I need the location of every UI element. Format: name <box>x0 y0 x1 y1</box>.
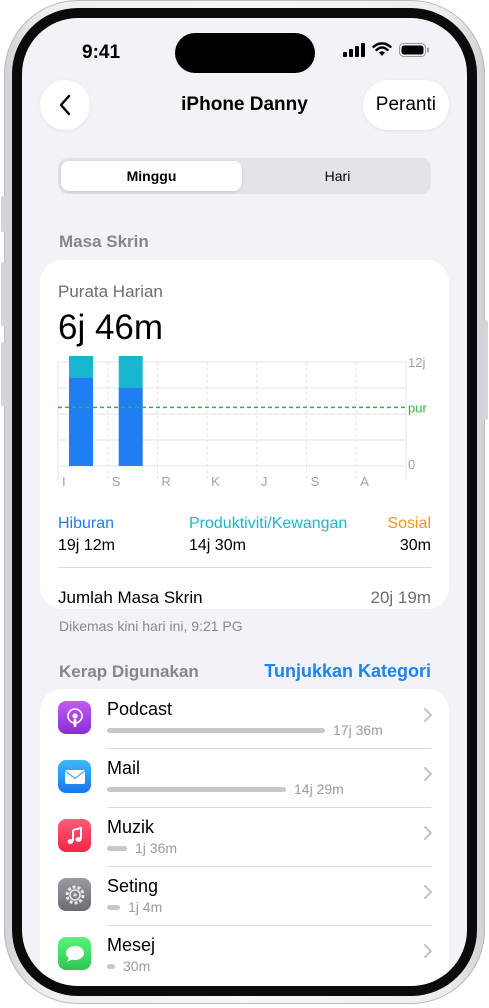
settings-icon <box>58 878 91 911</box>
app-row-music[interactable]: Muzik 1j 36m <box>40 807 449 866</box>
chevron-right-icon <box>424 767 432 781</box>
app-name: Seting <box>107 876 159 896</box>
app-row-podcast[interactable]: Podcast 17j 36m <box>40 689 449 748</box>
category-productivity-label: Produktiviti/Kewangan <box>189 515 348 532</box>
y-tick-zero: 0 <box>408 457 415 472</box>
x-tick-label: I <box>62 474 66 489</box>
screen-time-card: Purata Harian 6j 46m 12j pur 0 I S R K J S A H… <box>40 260 449 609</box>
wifi-icon <box>372 42 392 56</box>
messages-icon <box>58 937 91 970</box>
app-row-mail[interactable]: Mail 14j 29m <box>40 748 449 807</box>
screen-time-section-header: Masa Skrin <box>59 232 149 251</box>
category-entertainment-label: Hiburan <box>58 515 115 532</box>
app-usage-bar <box>107 846 127 851</box>
app-time: 14j 29m <box>294 781 344 797</box>
action-button <box>1 196 6 232</box>
mail-icon <box>58 760 91 793</box>
chevron-right-icon <box>424 708 432 722</box>
y-tick-average: pur <box>408 400 427 415</box>
status-time: 9:41 <box>82 42 121 63</box>
music-icon <box>58 819 91 852</box>
chevron-right-icon <box>424 826 432 840</box>
x-tick-label: J <box>261 474 268 489</box>
app-time: 1j 36m <box>135 840 178 856</box>
screen: 9:41 iPhone Danny Peranti Minggu Hari Ma… <box>22 18 467 986</box>
app-usage-bar <box>107 787 286 792</box>
app-name: Podcast <box>107 699 173 719</box>
app-name: Mesej <box>107 935 156 955</box>
cellular-signal-icon <box>343 42 365 57</box>
category-entertainment-time: 19j 12m <box>58 537 115 554</box>
bar-produktiviti-kewangan-1 <box>118 356 143 388</box>
status-icons <box>343 42 429 57</box>
app-time: 1j 4m <box>128 899 163 915</box>
podcast-icon <box>58 701 91 734</box>
app-row-messages[interactable]: Mesej 30m <box>40 925 449 984</box>
category-productivity-time: 14j 30m <box>189 537 246 554</box>
most-used-list: Podcast 17j 36m Mail 14j 29m Muzik 1j 36… <box>40 689 449 986</box>
daily-average-label: Purata Harian <box>58 282 163 301</box>
most-used-section-header: Kerap Digunakan <box>59 662 199 681</box>
app-usage-bar <box>107 728 325 733</box>
divider <box>58 567 431 568</box>
chevron-right-icon <box>424 885 432 899</box>
app-time: 17j 36m <box>333 722 383 738</box>
daily-average-value: 6j 46m <box>58 308 164 347</box>
app-name: Muzik <box>107 817 155 837</box>
weekly-usage-chart: 12j pur 0 I S R K J S A <box>57 356 427 489</box>
volume-up-button <box>1 262 6 326</box>
y-tick-max: 12j <box>408 356 425 370</box>
app-usage-bar <box>107 905 120 910</box>
bar-produktiviti-kewangan-0 <box>69 356 93 378</box>
side-button <box>483 320 488 420</box>
category-social-time: 30m <box>399 537 431 554</box>
bar-hiburan-0 <box>69 377 93 466</box>
volume-down-button <box>1 342 6 406</box>
app-name: Mail <box>107 758 141 778</box>
segment-day[interactable]: Hari <box>247 161 428 191</box>
total-screen-time-label: Jumlah Masa Skrin <box>58 588 203 607</box>
x-tick-label: R <box>161 474 170 489</box>
battery-icon <box>399 42 429 57</box>
show-categories-link[interactable]: Tunjukkan Kategori <box>264 661 431 682</box>
x-tick-label: S <box>311 474 320 489</box>
devices-button[interactable]: Peranti <box>362 80 449 130</box>
category-social-label: Sosial <box>387 515 431 532</box>
app-row-settings[interactable]: Seting 1j 4m <box>40 866 449 925</box>
updated-timestamp: Dikemas kini hari ini, 9:21 PG <box>59 618 243 634</box>
app-time: 30m <box>123 958 151 974</box>
x-tick-label: K <box>211 474 220 489</box>
dynamic-island <box>175 33 315 73</box>
app-usage-bar <box>107 964 115 969</box>
segment-week[interactable]: Minggu <box>61 161 242 191</box>
total-screen-time-value: 20j 19m <box>370 588 431 607</box>
x-tick-label: S <box>112 474 121 489</box>
chevron-right-icon <box>424 944 432 958</box>
period-segmented-control: Minggu Hari <box>58 158 431 194</box>
bar-hiburan-1 <box>118 388 143 466</box>
x-tick-label: A <box>360 474 369 489</box>
